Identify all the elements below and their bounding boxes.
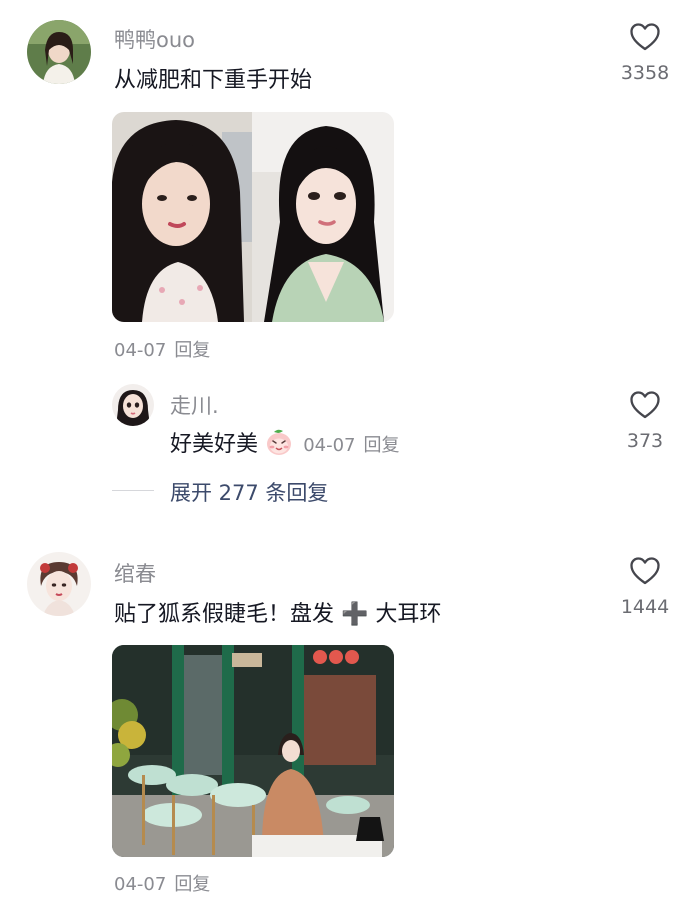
reply-button[interactable]: 回复 — [174, 874, 210, 895]
comment-date: 04-07 — [114, 874, 167, 895]
like-button[interactable]: 1444 — [600, 556, 690, 618]
comment-image[interactable] — [112, 112, 394, 322]
comment-username[interactable]: 鸭鸭ouo — [114, 24, 195, 54]
heart-outline-icon — [630, 391, 660, 419]
reply-text: 好美好美 — [170, 432, 259, 457]
comment-date: 04-07 — [114, 340, 167, 361]
comment-username[interactable]: 绾春 — [114, 558, 156, 588]
reply-content: 好美好美 04-07 回复 — [170, 426, 400, 458]
like-button[interactable]: 373 — [600, 390, 690, 452]
heart-outline-icon — [630, 557, 660, 585]
comment-meta: 04-07 回复 — [114, 870, 210, 896]
reply-meta: 04-07 回复 — [303, 435, 399, 456]
avatar-photo — [27, 20, 91, 84]
heart-outline-icon — [630, 23, 660, 51]
avatar-photo — [112, 384, 154, 426]
comment-image[interactable] — [112, 645, 394, 857]
avatar[interactable] — [27, 552, 91, 616]
peach-face-emoji — [267, 429, 292, 455]
like-button[interactable]: 3358 — [600, 22, 690, 84]
reply-username[interactable]: 走川. — [170, 390, 219, 420]
comment-photo — [112, 112, 394, 322]
comment-text: 从减肥和下重手开始 — [114, 68, 313, 93]
reply-button[interactable]: 回复 — [174, 340, 210, 361]
like-count: 1444 — [620, 596, 670, 618]
comment-meta: 04-07 回复 — [114, 336, 210, 362]
avatar[interactable] — [27, 20, 91, 84]
reply-button[interactable]: 回复 — [364, 435, 400, 456]
reply-avatar[interactable] — [112, 384, 154, 426]
reply-date: 04-07 — [303, 435, 356, 456]
comment-text: 贴了狐系假睫毛！盘发 ➕ 大耳环 — [114, 602, 442, 627]
like-count: 3358 — [620, 62, 670, 84]
avatar-photo — [27, 552, 91, 616]
expand-divider — [112, 490, 154, 491]
comment-photo — [112, 645, 394, 857]
like-count: 373 — [626, 430, 664, 452]
expand-replies-button[interactable]: 展开 277 条回复 — [170, 477, 328, 507]
